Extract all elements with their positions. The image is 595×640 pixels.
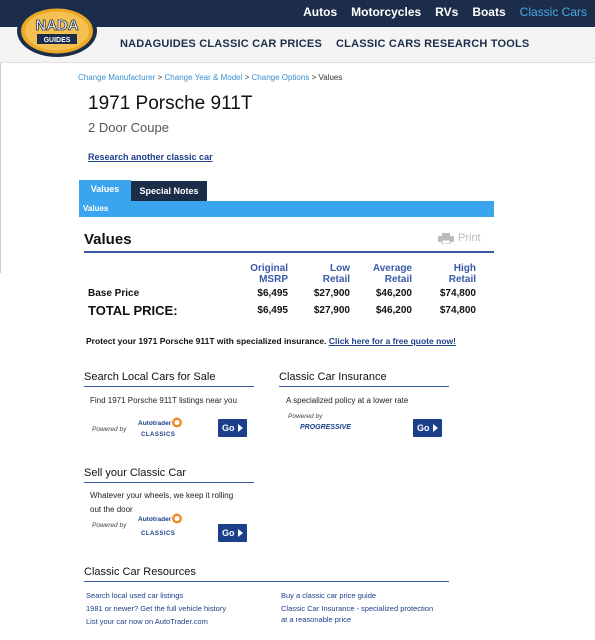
local-cars-divider — [84, 386, 254, 387]
sub-nav-prices[interactable]: NADAGUIDES CLASSIC CAR PRICES — [120, 38, 322, 50]
top-nav-classic-cars[interactable]: Classic Cars — [520, 5, 587, 19]
tab-values[interactable]: Values — [79, 180, 131, 201]
col-average-retail: Average Retail — [356, 263, 412, 285]
autotrader-logo-text: Autotrader — [138, 420, 172, 427]
resources-title: Classic Car Resources — [84, 566, 196, 578]
printer-icon — [438, 232, 454, 244]
col-line2: MSRP — [259, 274, 288, 285]
resources-divider — [84, 581, 449, 582]
col-high-retail: High Retail — [426, 263, 476, 285]
cell-base-high: $74,800 — [439, 288, 476, 299]
page-title: 1971 Porsche 911T — [88, 93, 253, 114]
local-cars-go-button[interactable]: Go — [218, 419, 247, 437]
cell-total-low: $27,900 — [313, 305, 350, 316]
insurance-powered-by: Powered by — [288, 413, 323, 420]
resource-link-insurance-cont[interactable]: at a reasonable price — [281, 615, 351, 625]
top-nav: Autos Motorcycles RVs Boats Classic Cars — [303, 5, 587, 19]
top-nav-autos[interactable]: Autos — [303, 5, 337, 19]
logo-line2: GUIDES — [44, 37, 71, 44]
local-cars-powered-by: Powered by — [92, 426, 127, 433]
row-label-total-price: TOTAL PRICE: — [88, 303, 178, 318]
insurance-divider — [279, 386, 449, 387]
top-nav-rvs[interactable]: RVs — [435, 5, 458, 19]
page-subtitle: 2 Door Coupe — [88, 120, 169, 135]
col-line1: Original — [250, 263, 288, 274]
col-low-retail: Low Retail — [300, 263, 350, 285]
breadcrumb-current: Values — [318, 73, 343, 82]
resource-link-list-your-car[interactable]: List your car now on AutoTrader.com — [86, 617, 208, 627]
resource-link-price-guide[interactable]: Buy a classic car price guide — [281, 591, 376, 601]
print-label: Print — [458, 232, 481, 244]
sell-go-button[interactable]: Go — [218, 524, 247, 542]
col-line1: Average — [372, 263, 412, 274]
top-nav-boats[interactable]: Boats — [472, 5, 505, 19]
cell-base-average: $46,200 — [375, 288, 412, 299]
tab-content-bar: Values — [79, 201, 494, 217]
breadcrumb-change-options[interactable]: Change Options — [252, 73, 310, 82]
col-line2: Retail — [384, 274, 412, 285]
cell-base-msrp: $6,495 — [257, 288, 288, 299]
cell-base-low: $27,900 — [313, 288, 350, 299]
go-arrow-icon — [238, 529, 243, 537]
cell-total-average: $46,200 — [375, 305, 412, 316]
values-divider — [84, 251, 494, 253]
insurance-promo: Protect your 1971 Porsche 911T with spec… — [86, 336, 456, 346]
classics-logo-text: CLASSICS — [141, 531, 176, 537]
values-heading: Values — [84, 231, 132, 248]
cell-total-high: $74,800 — [439, 305, 476, 316]
insurance-title: Classic Car Insurance — [279, 371, 387, 383]
row-label-base-price: Base Price — [88, 288, 140, 299]
go-arrow-icon — [238, 424, 243, 432]
breadcrumb-sep: > — [311, 73, 317, 82]
breadcrumb-sep: > — [244, 73, 250, 82]
insurance-promo-text: Protect your 1971 Porsche 911T with spec… — [86, 336, 327, 346]
progressive-logo-text: PROGRESSIVE — [300, 424, 351, 431]
col-line1: High — [453, 263, 476, 274]
sell-title: Sell your Classic Car — [84, 467, 187, 479]
autotrader-flame-icon — [172, 513, 182, 524]
sub-nav-research-tools[interactable]: CLASSIC CARS RESEARCH TOOLS — [336, 38, 529, 50]
insurance-go-button[interactable]: Go — [413, 419, 442, 437]
left-divider — [0, 63, 1, 273]
logo-line1: NADA — [35, 17, 78, 34]
go-label: Go — [417, 423, 430, 433]
col-original-msrp: Original MSRP — [238, 263, 288, 285]
print-button[interactable]: Print — [438, 232, 481, 244]
go-arrow-icon — [433, 424, 438, 432]
cell-total-msrp: $6,495 — [257, 305, 288, 316]
breadcrumb-sep: > — [157, 73, 163, 82]
go-label: Go — [222, 528, 235, 538]
classics-logo-text: CLASSICS — [141, 432, 176, 438]
local-cars-text: Find 1971 Porsche 911T listings near you — [90, 396, 237, 405]
col-line2: Retail — [448, 274, 476, 285]
autotrader-logo-text: Autotrader — [138, 516, 172, 523]
col-line1: Low — [330, 263, 350, 274]
breadcrumb: Change Manufacturer > Change Year & Mode… — [78, 73, 342, 82]
top-nav-motorcycles[interactable]: Motorcycles — [351, 5, 421, 19]
nada-guides-logo[interactable]: NADA GUIDES — [16, 4, 98, 58]
resource-link-insurance[interactable]: Classic Car Insurance - specialized prot… — [281, 604, 433, 614]
autotrader-flame-icon — [172, 417, 182, 428]
sell-powered-by: Powered by — [92, 522, 127, 529]
breadcrumb-change-year-model[interactable]: Change Year & Model — [165, 73, 243, 82]
sell-text-line1: Whatever your wheels, we keep it rolling — [90, 491, 234, 500]
local-cars-title: Search Local Cars for Sale — [84, 371, 216, 383]
research-another-link[interactable]: Research another classic car — [88, 152, 213, 162]
tab-special-notes[interactable]: Special Notes — [131, 181, 207, 201]
sell-divider — [84, 482, 254, 483]
free-quote-link[interactable]: Click here for a free quote now! — [329, 336, 456, 346]
sell-text-line2: out the door — [90, 505, 133, 514]
go-label: Go — [222, 423, 235, 433]
resource-link-local-listings[interactable]: Search local used car listings — [86, 591, 183, 601]
breadcrumb-change-manufacturer[interactable]: Change Manufacturer — [78, 73, 155, 82]
col-line2: Retail — [322, 274, 350, 285]
insurance-text: A specialized policy at a lower rate — [286, 396, 409, 405]
resource-link-vehicle-history[interactable]: 1981 or newer? Get the full vehicle hist… — [86, 604, 226, 614]
